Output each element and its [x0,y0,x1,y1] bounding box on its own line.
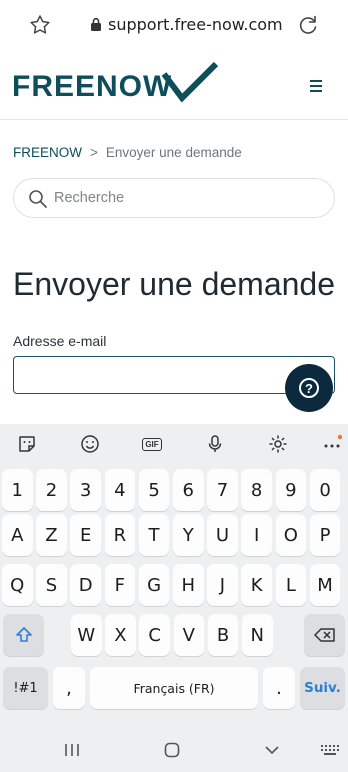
letter-row-1: AZERTYUIOP [0,514,348,558]
key-h[interactable]: H [173,564,204,606]
key-k[interactable]: K [241,564,272,606]
sticker-icon[interactable] [15,432,39,456]
key-p[interactable]: P [309,514,341,556]
gif-icon[interactable]: GIF [140,432,164,456]
site-header: FREENOW [0,50,348,120]
home-icon[interactable] [164,742,180,758]
key-s[interactable]: S [36,564,67,606]
space-key[interactable]: Français (FR) [90,667,258,709]
next-key[interactable]: Suiv. [300,667,345,709]
key-8[interactable]: 8 [241,469,272,511]
logo-mark-icon [161,62,219,102]
key-5[interactable]: 5 [138,469,170,511]
breadcrumb-separator: > [90,145,98,160]
comma-key[interactable]: , [53,667,85,709]
letter-row-3: WXCVBN [0,614,348,658]
key-9[interactable]: 9 [275,469,307,511]
key-f[interactable]: F [104,564,136,606]
chevron-down-icon[interactable] [264,742,280,758]
symbols-key[interactable]: !#1 [3,667,48,709]
key-z[interactable]: Z [36,514,67,556]
key-o[interactable]: O [275,514,307,556]
key-0[interactable]: 0 [309,469,341,511]
keyboard-toolbar: GIF [0,424,348,464]
key-i[interactable]: I [241,514,272,556]
url-text[interactable]: support.free-now.com [108,15,283,34]
lock-icon [91,17,101,31]
breadcrumb-current: Envoyer une demande [105,145,242,160]
system-nav-bar [0,730,348,772]
key-1[interactable]: 1 [2,469,33,511]
shift-key[interactable] [3,614,44,656]
key-v[interactable]: V [173,614,205,656]
gif-label: GIF [142,437,162,451]
period-key[interactable]: . [263,667,295,709]
help-icon: ? [299,378,319,398]
key-3[interactable]: 3 [70,469,101,511]
key-a[interactable]: A [2,514,33,556]
key-b[interactable]: B [207,614,239,656]
search-input[interactable]: Recherche [13,178,335,218]
key-w[interactable]: W [71,614,102,656]
key-d[interactable]: D [70,564,101,606]
microphone-icon[interactable] [203,432,227,456]
settings-icon[interactable] [266,432,290,456]
key-l[interactable]: L [275,564,307,606]
logo-text: FREENOW [12,70,173,103]
key-7[interactable]: 7 [207,469,238,511]
key-m[interactable]: M [309,564,341,606]
search-placeholder: Recherche [54,190,125,206]
breadcrumb: FREENOW > Envoyer une demande [13,145,242,160]
number-row: 1234567890 [0,469,348,513]
key-q[interactable]: Q [2,564,33,606]
key-4[interactable]: 4 [104,469,136,511]
star-icon[interactable] [28,13,52,37]
key-2[interactable]: 2 [36,469,67,511]
breadcrumb-home-link[interactable]: FREENOW [13,145,82,160]
key-y[interactable]: Y [173,514,204,556]
hamburger-icon[interactable] [310,80,328,92]
browser-url-bar: support.free-now.com [0,0,348,50]
key-g[interactable]: G [138,564,170,606]
bottom-row: !#1 , Français (FR) . Suiv. [0,667,348,711]
key-n[interactable]: N [242,614,273,656]
key-t[interactable]: T [138,514,170,556]
emoji-icon[interactable] [78,432,102,456]
key-x[interactable]: X [105,614,136,656]
key-c[interactable]: C [139,614,170,656]
freenow-logo[interactable]: FREENOW [12,62,219,103]
backspace-key[interactable] [304,614,345,656]
key-e[interactable]: E [70,514,101,556]
letter-row-2: QSDFGHJKLM [0,564,348,608]
key-r[interactable]: R [104,514,136,556]
recent-apps-icon[interactable] [64,742,80,758]
email-label: Adresse e-mail [13,333,107,349]
keyboard-icon[interactable] [320,742,340,758]
page-title: Envoyer une demande [13,266,335,302]
key-u[interactable]: U [207,514,238,556]
key-j[interactable]: J [207,564,238,606]
search-icon [29,190,47,208]
reload-icon[interactable] [296,13,320,37]
help-button[interactable]: ? [285,364,333,412]
key-6[interactable]: 6 [173,469,204,511]
on-screen-keyboard: GIF 1234567890 AZERTYUIOP QSDFGHJKLM WXC… [0,424,348,772]
more-icon[interactable] [320,432,344,456]
